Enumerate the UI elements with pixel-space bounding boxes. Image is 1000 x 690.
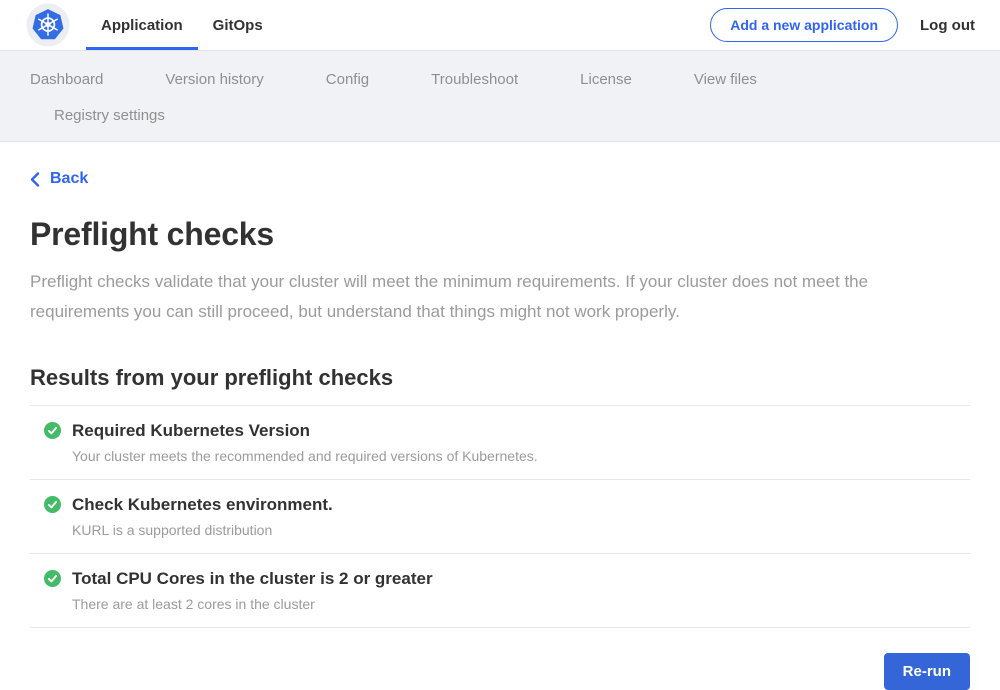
rerun-button[interactable]: Re-run (884, 653, 970, 690)
kubernetes-logo[interactable] (26, 3, 70, 47)
result-row-cpu-cores: Total CPU Cores in the cluster is 2 or g… (30, 554, 970, 628)
logout-link[interactable]: Log out (920, 17, 975, 34)
tab-application-label: Application (101, 17, 183, 34)
header-actions: Add a new application Log out (710, 0, 975, 50)
kubernetes-helm-icon (26, 3, 70, 47)
result-title: Total CPU Cores in the cluster is 2 or g… (72, 569, 433, 589)
result-detail: There are at least 2 cores in the cluste… (72, 596, 970, 612)
subnav-item-version-history[interactable]: Version history (165, 71, 263, 88)
tab-application[interactable]: Application (86, 0, 198, 50)
subnav-row-1: Dashboard Version history Config Trouble… (30, 61, 970, 97)
result-title: Check Kubernetes environment. (72, 495, 333, 515)
preflight-content: Back Preflight checks Preflight checks v… (0, 142, 1000, 690)
app-subnav: Dashboard Version history Config Trouble… (0, 51, 1000, 142)
back-link[interactable]: Back (30, 170, 88, 188)
primary-tabs: Application GitOps (86, 0, 278, 50)
subnav-item-view-files[interactable]: View files (694, 71, 757, 88)
result-row-kubernetes-environment: Check Kubernetes environment. KURL is a … (30, 480, 970, 554)
page-title: Preflight checks (30, 216, 970, 253)
subnav-item-troubleshoot[interactable]: Troubleshoot (431, 71, 518, 88)
check-circle-icon (44, 570, 61, 587)
result-title: Required Kubernetes Version (72, 421, 310, 441)
footer-actions: Re-run (30, 653, 970, 690)
result-row-kubernetes-version: Required Kubernetes Version Your cluster… (30, 406, 970, 480)
back-label: Back (50, 170, 88, 188)
tab-gitops[interactable]: GitOps (198, 0, 278, 50)
check-circle-icon (44, 496, 61, 513)
results-heading: Results from your preflight checks (30, 365, 970, 391)
subnav-item-dashboard[interactable]: Dashboard (30, 71, 103, 88)
subnav-item-registry-settings[interactable]: Registry settings (54, 107, 165, 124)
subnav-row-2: Registry settings (30, 97, 970, 133)
tab-gitops-label: GitOps (213, 17, 263, 34)
top-header: Application GitOps Add a new application… (0, 0, 1000, 51)
add-application-button[interactable]: Add a new application (710, 8, 898, 42)
chevron-left-icon (30, 172, 40, 187)
results-list: Required Kubernetes Version Your cluster… (30, 405, 970, 628)
page-description: Preflight checks validate that your clus… (30, 267, 945, 327)
result-detail: KURL is a supported distribution (72, 522, 970, 538)
subnav-item-license[interactable]: License (580, 71, 632, 88)
check-circle-icon (44, 422, 61, 439)
result-detail: Your cluster meets the recommended and r… (72, 448, 970, 464)
subnav-item-config[interactable]: Config (326, 71, 369, 88)
